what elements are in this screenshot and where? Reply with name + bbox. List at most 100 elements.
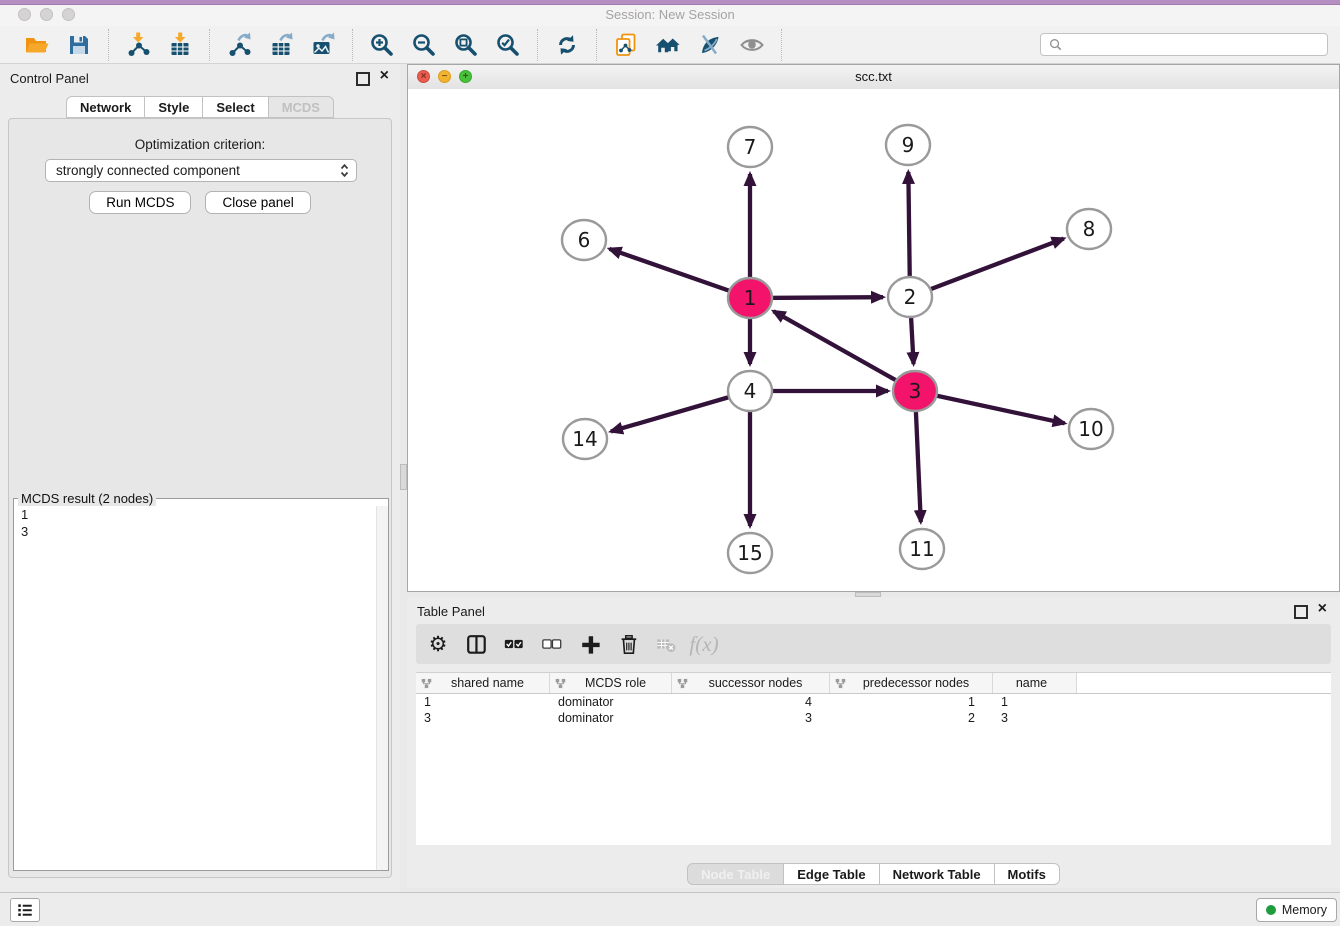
criterion-select[interactable]: strongly connected component [45,159,357,182]
task-history-button[interactable] [10,898,40,922]
tab-select[interactable]: Select [202,96,268,118]
float-panel-icon[interactable] [356,72,370,86]
node-1[interactable]: 1 [728,278,772,318]
node-3[interactable]: 3 [893,371,937,411]
export-image-icon[interactable] [309,31,337,59]
close-panel-button[interactable]: Close panel [205,191,310,214]
toolbar-group [538,29,597,61]
table-cell[interactable]: dominator [550,694,672,710]
table-cell[interactable]: 2 [830,710,993,726]
node-9[interactable]: 9 [886,125,930,165]
node-11[interactable]: 11 [900,529,944,569]
float-table-panel-icon[interactable] [1294,605,1308,619]
delete-row-icon[interactable] [616,632,640,656]
tab-network[interactable]: Network [66,96,145,118]
export-table-icon[interactable] [267,31,295,59]
clone-network-icon[interactable] [612,31,640,59]
table-row[interactable]: 1dominator411 [416,694,1331,710]
table-header-row: shared nameMCDS rolesuccessor nodesprede… [416,673,1331,694]
result-scrollbar[interactable] [376,506,388,870]
table-cell[interactable]: 4 [672,694,830,710]
table-panel-tabs: Node TableEdge TableNetwork TableMotifs [407,863,1340,885]
close-table-panel-icon[interactable]: × [1318,600,1327,618]
table-cell[interactable]: dominator [550,710,672,726]
node-label: 3 [909,379,922,403]
node-4[interactable]: 4 [728,371,772,411]
memory-button[interactable]: Memory [1256,898,1337,922]
vertical-splitter-grip[interactable] [400,464,407,490]
import-network-icon[interactable] [124,31,152,59]
search-input[interactable] [1066,34,1327,55]
network-view-frame: × − + scc.txt 7 9 6 8 1 2 4 3 14 10 15 11 [407,64,1340,592]
toolbar-group [353,29,538,61]
node-15[interactable]: 15 [728,533,772,573]
node-14[interactable]: 14 [563,419,607,459]
node-2[interactable]: 2 [888,277,932,317]
node-7[interactable]: 7 [728,127,772,167]
zoom-selected-icon[interactable] [494,31,522,59]
vertical-splitter[interactable] [400,64,407,892]
save-session-icon[interactable] [65,31,93,59]
refresh-view-icon[interactable] [553,31,581,59]
table-row[interactable]: 3dominator323 [416,710,1331,726]
columns-icon[interactable] [464,632,488,656]
toolbar-group [210,29,353,61]
node-label: 7 [744,135,757,159]
table-cell[interactable]: 3 [416,710,550,726]
tab-motifs[interactable]: Motifs [994,863,1060,885]
node-10[interactable]: 10 [1069,409,1113,449]
open-session-icon[interactable] [23,31,51,59]
close-panel-icon[interactable]: × [380,67,389,85]
add-row-icon[interactable] [578,632,602,656]
network-canvas[interactable]: 7 9 6 8 1 2 4 3 14 10 15 11 [408,89,1339,591]
table-cell[interactable]: 3 [672,710,830,726]
node-6[interactable]: 6 [562,220,606,260]
zoom-out-icon[interactable] [410,31,438,59]
table-toolbar: ⚙ f(x) [416,624,1331,664]
column-header-name[interactable]: name [993,673,1077,693]
table-body: 1dominator4113dominator323 [416,694,1331,726]
edge-2-8[interactable] [910,239,1064,297]
fit-content-icon[interactable] [452,31,480,59]
column-header-successor-nodes[interactable]: successor nodes [672,673,830,693]
function-builder-icon: f(x) [692,632,716,656]
graphics-details-icon[interactable] [696,31,724,59]
mcds-tab-content: Optimization criterion: strongly connect… [8,118,392,878]
tab-network-table[interactable]: Network Table [879,863,995,885]
tab-node-table[interactable]: Node Table [687,863,784,885]
eye-icon[interactable] [738,31,766,59]
network-view-titlebar[interactable]: × − + scc.txt [408,65,1339,90]
column-header-shared-name[interactable]: shared name [416,673,550,693]
mcds-result-text[interactable]: 13 [14,506,388,870]
status-bar: Memory [0,892,1340,926]
column-header-MCDS-role[interactable]: MCDS role [550,673,672,693]
table-cell[interactable]: 3 [993,710,1077,726]
tab-style[interactable]: Style [144,96,203,118]
node-label: 6 [578,228,591,252]
select-all-icon[interactable] [502,632,526,656]
toolbar-group [109,29,210,61]
zoom-in-icon[interactable] [368,31,396,59]
node-label: 14 [572,427,597,451]
run-mcds-button[interactable]: Run MCDS [89,191,191,214]
table-cell[interactable]: 1 [993,694,1077,710]
search-box[interactable] [1040,33,1328,56]
home-view-icon[interactable] [654,31,682,59]
import-table-icon[interactable] [166,31,194,59]
table-cell[interactable]: 1 [830,694,993,710]
memory-status-icon [1266,905,1276,915]
gear-icon[interactable]: ⚙ [426,632,450,656]
tab-edge-table[interactable]: Edge Table [783,863,879,885]
export-network-icon[interactable] [225,31,253,59]
node-label: 9 [902,133,915,157]
window-titlebar: Session: New Session [0,5,1340,26]
edge-3-1[interactable] [774,311,915,391]
mcds-result-group: MCDS result (2 nodes) 13 [13,491,389,871]
unselect-all-icon[interactable] [540,632,564,656]
node-8[interactable]: 8 [1067,209,1111,249]
select-stepper-icon [339,162,350,179]
control-panel-title: Control Panel [10,71,89,86]
tab-mcds[interactable]: MCDS [268,96,334,118]
column-header-predecessor-nodes[interactable]: predecessor nodes [830,673,993,693]
table-cell[interactable]: 1 [416,694,550,710]
